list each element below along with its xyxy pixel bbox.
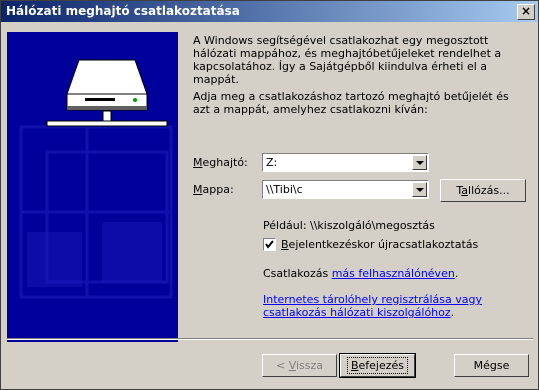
button-separator xyxy=(7,338,533,340)
folder-label: Mappa: xyxy=(193,183,234,196)
folder-label-accesskey: M xyxy=(193,183,203,196)
checkmark-icon xyxy=(265,240,274,249)
chevron-down-icon[interactable] xyxy=(412,155,427,170)
finish-button[interactable]: Befejezés xyxy=(339,353,416,378)
close-icon: × xyxy=(520,4,532,18)
folder-label-text: appa: xyxy=(202,183,234,196)
drive-select[interactable]: Z: xyxy=(262,153,429,172)
title-bar[interactable]: Hálózati meghajtó csatlakoztatása × xyxy=(1,1,538,22)
dialog-title: Hálózati meghajtó csatlakoztatása xyxy=(6,4,240,18)
reconnect-checkbox[interactable] xyxy=(263,238,276,251)
reconnect-label[interactable]: Bejelentkezéskor újracsatlakoztatás xyxy=(281,238,478,251)
connect-as-text: Csatlakozás más felhasználónéven. xyxy=(263,267,459,280)
map-network-drive-dialog: Hálózati meghajtó csatlakoztatása × A Wi… xyxy=(0,0,539,390)
network-drive-illustration xyxy=(7,32,178,342)
internet-storage-link[interactable]: Internetes tárolóhely regisztrálása vagy xyxy=(263,293,482,306)
wizard-side-graphic xyxy=(7,32,178,342)
folder-combobox[interactable]: \\Tibi\c xyxy=(262,180,429,199)
description-paragraph-2: Adja meg a csatlakozáshoz tartozó meghaj… xyxy=(193,90,509,116)
drive-select-value: Z: xyxy=(266,156,278,169)
drive-label-accesskey: M xyxy=(193,156,203,169)
description: A Windows segítségével csatlakozhat egy … xyxy=(193,34,528,120)
example-text: Például: \\kiszolgáló\megosztás xyxy=(263,219,435,232)
drive-label: Meghajtó: xyxy=(193,156,248,169)
description-paragraph-1: A Windows segítségével csatlakozhat egy … xyxy=(193,34,502,86)
internet-storage-link-line2[interactable]: csatlakozás hálózati kiszolgálóhoz xyxy=(263,306,451,319)
cancel-button[interactable]: Mégse xyxy=(454,354,529,377)
other-user-link[interactable]: más felhasználónéven xyxy=(332,267,455,280)
folder-combobox-value: \\Tibi\c xyxy=(266,183,303,196)
browse-button[interactable]: Tallózás... xyxy=(440,179,526,202)
close-button[interactable]: × xyxy=(517,4,535,20)
back-button[interactable]: < Vissza xyxy=(262,354,337,377)
internet-storage-text: Internetes tárolóhely regisztrálása vagy… xyxy=(263,293,483,319)
chevron-down-icon[interactable] xyxy=(412,182,427,197)
drive-label-text: eghajtó: xyxy=(202,156,248,169)
